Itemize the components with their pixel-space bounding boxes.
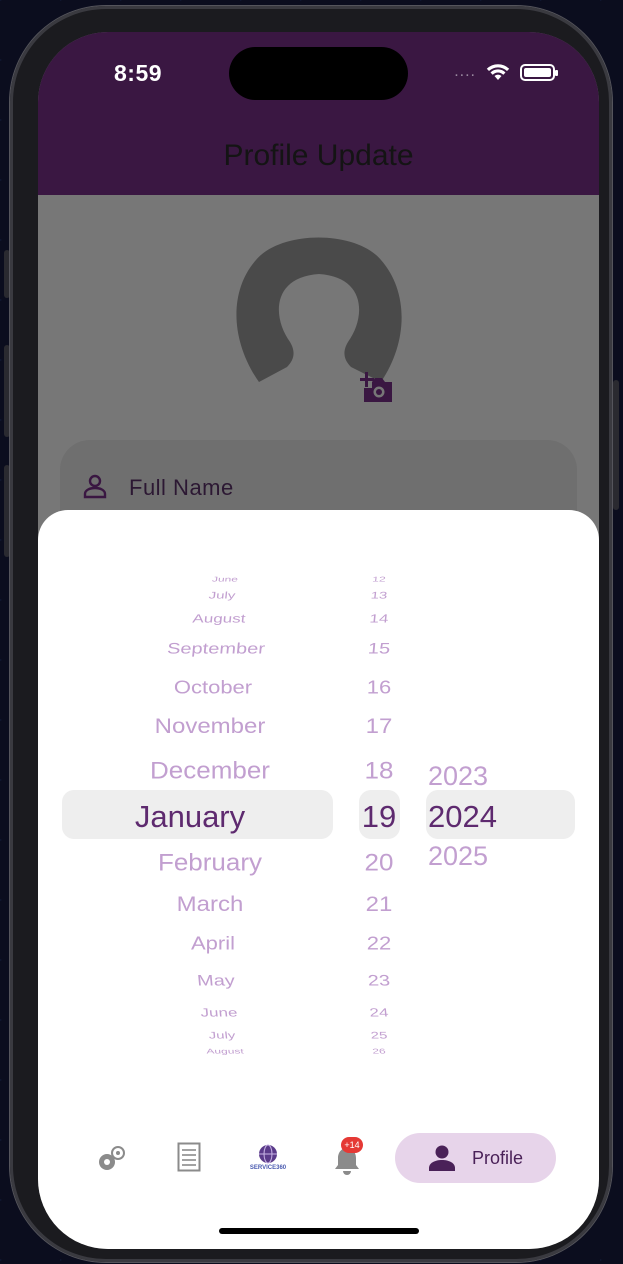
- day-option-14[interactable]: 26: [354, 1047, 405, 1055]
- battery-icon: [520, 63, 558, 81]
- day-option-2[interactable]: 14: [353, 612, 404, 626]
- month-option-12[interactable]: June: [128, 1006, 309, 1020]
- home-indicator: [219, 1228, 419, 1234]
- year-option-2[interactable]: 2025: [428, 841, 488, 872]
- month-option-13[interactable]: July: [131, 1030, 312, 1041]
- nav-profile[interactable]: Profile: [395, 1133, 556, 1183]
- status-time: 8:59: [114, 60, 163, 86]
- person-outline-icon: [83, 474, 107, 499]
- settings-gear-icon: [99, 1146, 125, 1170]
- month-option-14[interactable]: August: [135, 1047, 316, 1055]
- bottom-navigation: SERVICE360 +14 Profile: [38, 1127, 599, 1187]
- nav-settings[interactable]: [94, 1143, 128, 1175]
- phone-screen: 8:59 .... Profile Update Full Name June …: [38, 32, 599, 1249]
- service360-logo-text: SERVICE360: [249, 1165, 287, 1171]
- day-option-1[interactable]: 13: [353, 590, 404, 601]
- month-option-3[interactable]: September: [125, 641, 307, 658]
- month-option-8[interactable]: February: [120, 848, 300, 877]
- month-option-9[interactable]: March: [120, 893, 300, 918]
- month-option-6[interactable]: December: [120, 756, 300, 785]
- add-photo-button[interactable]: [360, 370, 394, 404]
- date-picker: June July August September October November De…: [38, 510, 599, 1110]
- month-option-10[interactable]: April: [123, 933, 303, 954]
- day-option-13[interactable]: 25: [353, 1030, 404, 1041]
- day-option-8[interactable]: 20: [354, 848, 404, 877]
- year-option-1[interactable]: 2024: [428, 799, 497, 835]
- nav-profile-label: Profile: [471, 1147, 524, 1168]
- wifi-icon: [486, 64, 510, 80]
- month-option-11[interactable]: May: [125, 973, 307, 990]
- day-option-10[interactable]: 22: [354, 933, 404, 954]
- nav-service360[interactable]: SERVICE360: [246, 1139, 290, 1175]
- day-option-11[interactable]: 23: [353, 973, 405, 990]
- app-bar: 8:59 .... Profile Update: [38, 32, 599, 195]
- month-option-4[interactable]: October: [123, 677, 303, 698]
- month-option-1[interactable]: July: [131, 590, 312, 601]
- day-option-4[interactable]: 16: [354, 677, 404, 698]
- year-option-0[interactable]: 2023: [428, 761, 488, 792]
- add-a-photo-icon: [360, 372, 392, 402]
- day-option-6[interactable]: 18: [354, 756, 404, 785]
- full-name-label: Full Name: [129, 475, 234, 500]
- power-button: [613, 380, 619, 510]
- nav-list[interactable]: [176, 1141, 202, 1173]
- day-option-12[interactable]: 24: [353, 1006, 404, 1020]
- day-option-9[interactable]: 21: [354, 893, 404, 918]
- month-option-0[interactable]: June: [135, 575, 316, 583]
- notification-badge: +14: [341, 1137, 363, 1153]
- service360-logo-icon: [259, 1144, 277, 1164]
- day-option-0[interactable]: 12: [354, 575, 405, 583]
- month-option-5[interactable]: November: [120, 715, 300, 740]
- status-icons: ....: [454, 63, 558, 81]
- day-option-3[interactable]: 15: [353, 641, 405, 658]
- day-option-7[interactable]: 19: [354, 799, 404, 835]
- day-option-5[interactable]: 17: [354, 715, 404, 740]
- dynamic-island: [229, 47, 408, 100]
- month-option-2[interactable]: August: [128, 612, 309, 626]
- signal-dots: ....: [454, 63, 476, 80]
- page-title: Profile Update: [223, 139, 414, 172]
- list-document-icon: [177, 1142, 201, 1172]
- person-icon: [428, 1145, 455, 1171]
- month-option-7[interactable]: January: [100, 799, 280, 835]
